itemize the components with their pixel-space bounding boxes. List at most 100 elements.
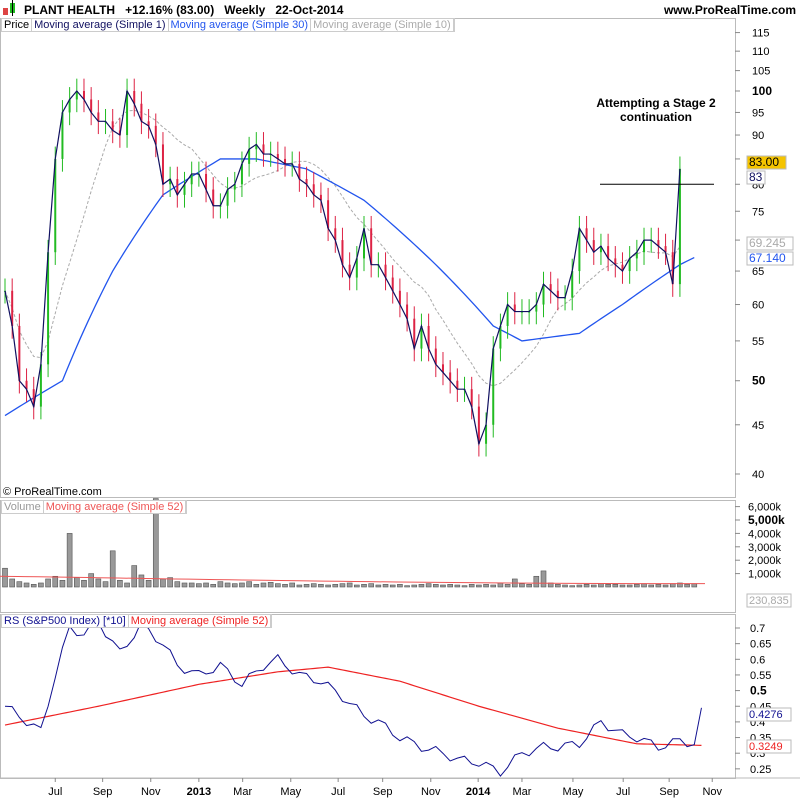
volume-bar [303, 584, 310, 588]
volume-bar [66, 533, 73, 588]
legend-ma1[interactable]: Moving average (Simple 1) [32, 19, 169, 31]
last-value-label: 83 [749, 170, 763, 184]
chart-canvas[interactable]: 115110105100959085807570656055504540Atte… [0, 0, 800, 800]
volume-bar [641, 583, 647, 588]
legend-ma30[interactable]: Moving average (Simple 30) [169, 19, 312, 31]
date-tick-label: Jul [331, 786, 345, 798]
volume-bar [519, 583, 525, 588]
volume-bar [174, 581, 181, 588]
legend-ma10[interactable]: Moving average (Simple 10) [311, 19, 454, 31]
date-tick-label: Sep [93, 786, 113, 798]
date-tick-label: May [280, 786, 301, 798]
last-value-label: 83.00 [749, 155, 779, 169]
volume-bar [260, 582, 267, 588]
last-value-label: 67.140 [749, 251, 786, 265]
rs-tick-label: 0.65 [750, 639, 771, 651]
volume-bar [375, 584, 382, 588]
date-tick-label: Nov [421, 786, 441, 798]
volume-bar [576, 584, 583, 588]
rs-legend: RS (S&P500 Index) [*10] Moving average (… [1, 614, 273, 628]
date-tick-label: Nov [702, 786, 722, 798]
price-tick-label: 65 [752, 266, 764, 278]
volume-bar [354, 584, 360, 588]
volume-bar [30, 584, 37, 588]
volume-bar [691, 583, 698, 588]
volume-bar [23, 582, 30, 588]
annotation-line1: Attempting a Stage 2 [596, 96, 716, 110]
volume-bar [382, 584, 389, 588]
price-tick-label: 75 [752, 206, 764, 218]
volume-bar [210, 584, 217, 588]
volume-bar [267, 582, 274, 588]
price-legend: Price Moving average (Simple 1) Moving a… [1, 18, 455, 32]
volume-bar [490, 584, 497, 588]
price-tick-label: 40 [752, 469, 764, 481]
volume-bar [461, 585, 468, 588]
volume-bar [246, 581, 252, 588]
volume-bar [468, 584, 475, 588]
volume-bar [440, 584, 446, 588]
volume-bar [124, 582, 130, 588]
volume-bar [612, 584, 619, 588]
volume-bar [131, 565, 138, 588]
volume-bar [188, 582, 195, 588]
volume-bar [626, 584, 633, 588]
volume-bar [397, 584, 403, 588]
volume-bar [81, 579, 87, 588]
rs-line [4, 620, 702, 777]
legend-price[interactable]: Price [2, 19, 33, 31]
volume-bar [102, 581, 109, 588]
volume-bar [662, 584, 669, 588]
volume-bar [339, 583, 346, 588]
volume-bar [476, 584, 482, 588]
price-tick-label: 95 [752, 107, 764, 119]
volume-bar [9, 578, 15, 588]
volume-bar [74, 577, 80, 588]
annotation-line2: continuation [620, 110, 692, 124]
volume-bar [59, 579, 66, 588]
date-tick-label: 2013 [187, 786, 211, 798]
panel-frame [0, 614, 736, 779]
volume-bar [145, 579, 152, 588]
volume-bar [389, 584, 396, 588]
volume-bar [224, 582, 231, 588]
legend-volume[interactable]: Volume [2, 501, 44, 513]
volume-bar [583, 584, 590, 588]
volume-bar [555, 584, 561, 588]
volume-bar [88, 573, 94, 588]
volume-bar [282, 584, 288, 588]
volume-bar [411, 584, 418, 588]
legend-volume-ma[interactable]: Moving average (Simple 52) [44, 501, 187, 513]
price-tick-label: 105 [752, 66, 770, 78]
copyright: © ProRealTime.com [3, 486, 102, 498]
volume-bar [196, 583, 202, 588]
volume-tick-label: 6,000k [748, 502, 782, 514]
price-tick-label: 115 [752, 28, 770, 40]
volume-tick-label: 5,000k [748, 513, 785, 527]
volume-bar [404, 585, 410, 588]
volume-bar [504, 584, 511, 588]
volume-bar [217, 581, 224, 588]
date-tick-label: Sep [373, 786, 393, 798]
volume-bar [497, 582, 504, 588]
volume-legend: Volume Moving average (Simple 52) [1, 500, 188, 514]
volume-bar [45, 578, 51, 588]
rs-tick-label: 0.5 [750, 684, 767, 698]
volume-bar [203, 582, 209, 588]
volume-bar [318, 584, 324, 588]
volume-bar [634, 584, 640, 588]
volume-bar [181, 582, 188, 588]
volume-bar [368, 583, 374, 588]
volume-bar [160, 578, 166, 588]
volume-bar [447, 584, 453, 588]
volume-bar [95, 578, 102, 588]
volume-tick-label: 3,000k [748, 542, 782, 554]
volume-bar [109, 550, 116, 588]
legend-rs[interactable]: RS (S&P500 Index) [*10] [2, 615, 129, 627]
date-tick-label: Jul [616, 786, 630, 798]
volume-bar [2, 567, 8, 588]
price-tick-label: 60 [752, 300, 764, 312]
legend-rs-ma[interactable]: Moving average (Simple 52) [129, 615, 272, 627]
date-tick-label: Nov [141, 786, 161, 798]
rs-ma-line [4, 666, 702, 746]
